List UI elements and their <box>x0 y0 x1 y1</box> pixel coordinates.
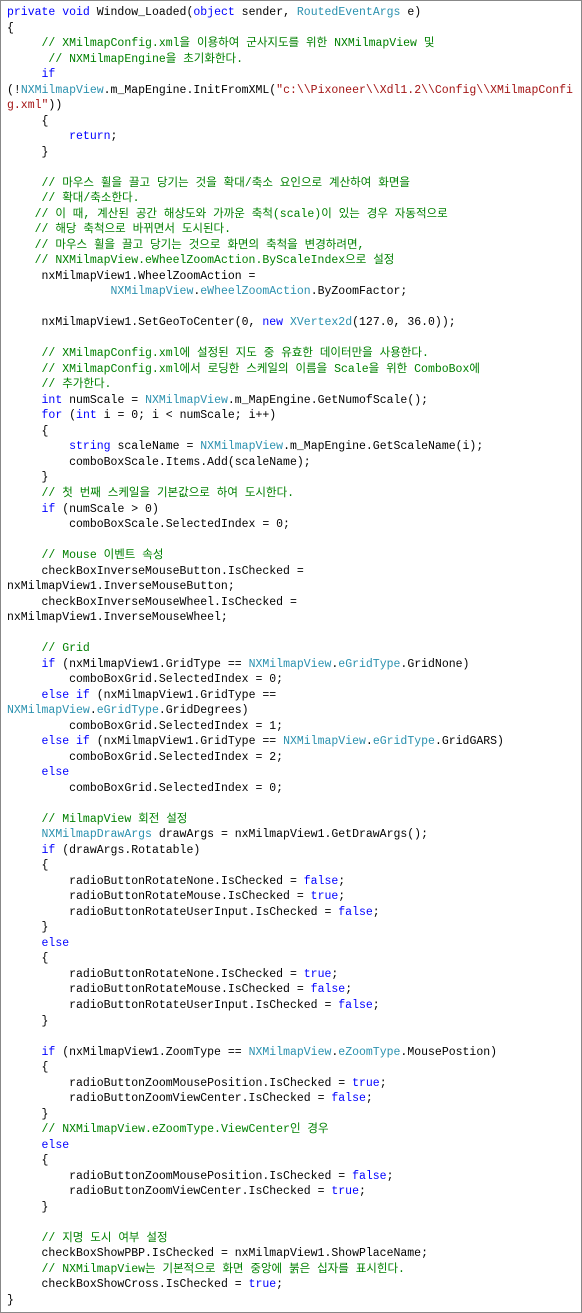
code-content: private void Window_Loaded(object sender… <box>7 6 573 1307</box>
code-block: private void Window_Loaded(object sender… <box>0 0 582 1313</box>
